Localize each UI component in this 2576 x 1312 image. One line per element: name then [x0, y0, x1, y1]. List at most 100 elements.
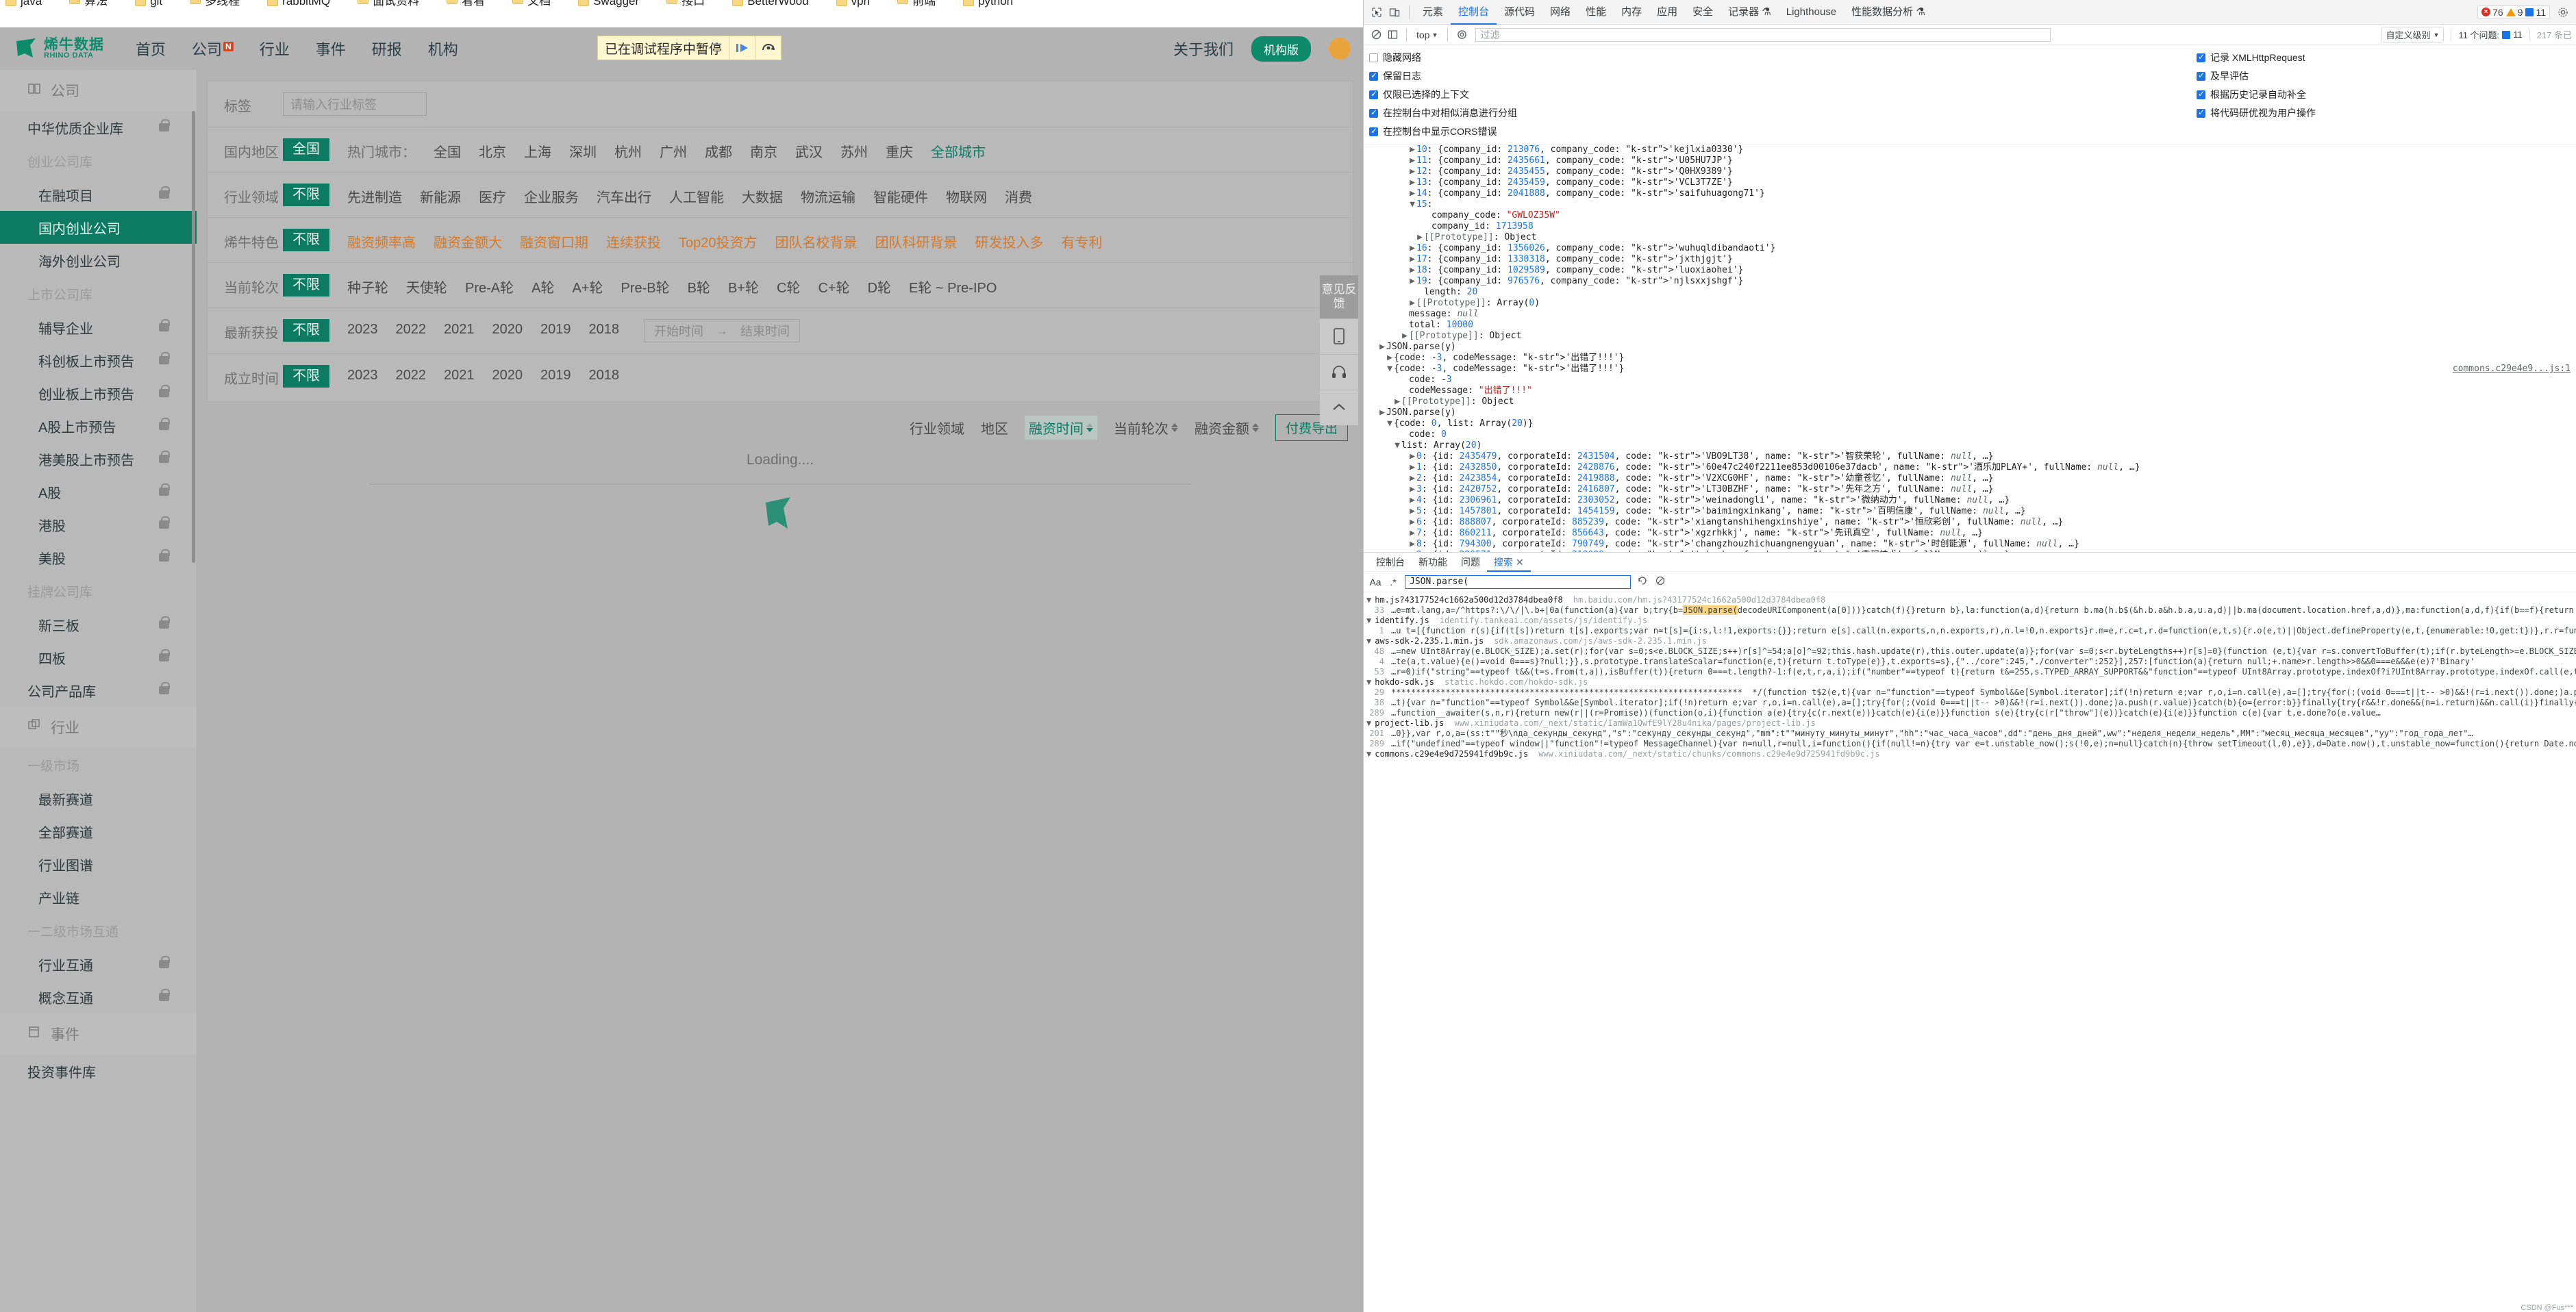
execution-context-select[interactable]: top ▼: [1412, 29, 1442, 40]
disclosure-triangle-icon[interactable]: ▶: [1408, 451, 1416, 462]
filter-option-7[interactable]: 研发投入多: [975, 229, 1044, 251]
search-result-file[interactable]: ▼ commons.c29e4e9d725941fd9b9c.js www.xini…: [1364, 749, 2576, 759]
search-result-line[interactable]: 29 **************************************…: [1364, 687, 2576, 698]
clear-icon[interactable]: [1654, 576, 1666, 588]
sidebar-group-0[interactable]: 公司: [0, 70, 197, 111]
bookmark-item[interactable]: 面试资料: [358, 0, 419, 8]
disclosure-triangle-icon[interactable]: ▶: [1408, 462, 1416, 473]
tag-search-input[interactable]: 请输入行业标签: [283, 92, 427, 116]
search-result-file[interactable]: ▼ hokdo-sdk.js static.hokdo.com/hokdo-sdk.…: [1364, 677, 2576, 687]
drawer-tab-2[interactable]: 问题: [1454, 553, 1487, 572]
console-row[interactable]: message: null: [1364, 309, 2576, 320]
console-row[interactable]: ▶ [[Prototype]]: Array(0): [1364, 298, 2576, 309]
search-result-line[interactable]: 4 …te(a,t.value){e()=void 0===s}?null;}},…: [1364, 657, 2576, 667]
filter-option-5[interactable]: Pre-B轮: [621, 274, 670, 297]
nav-link-3[interactable]: 事件: [316, 38, 346, 60]
disclosure-triangle-icon[interactable]: ▶: [1408, 506, 1416, 517]
filter-option-0[interactable]: 2023: [347, 365, 378, 383]
console-row[interactable]: ▶ {code: -3, codeMessage: "k-str">'出错了!!!…: [1364, 353, 2576, 364]
filter-option-11[interactable]: 全部城市: [931, 138, 986, 161]
filter-option-4[interactable]: 杭州: [614, 138, 642, 161]
console-output[interactable]: ▶ 10: {company_id: 213076, company_code: …: [1364, 144, 2576, 552]
date-range-picker[interactable]: 开始时间 → 结束时间: [644, 319, 800, 342]
console-filter-input[interactable]: 过滤: [1475, 27, 2051, 42]
regex-icon[interactable]: .*: [1387, 577, 1399, 588]
disclosure-triangle-icon[interactable]: ▼: [1386, 364, 1394, 375]
sidebar-item-0-0[interactable]: 中华优质企业库: [0, 111, 197, 144]
filter-option-10[interactable]: 消费: [1005, 184, 1032, 206]
search-result-line[interactable]: 289 …function__awaiter(s,n,r){return new(…: [1364, 708, 2576, 718]
search-result-file[interactable]: ▼ aws-sdk-2.235.1.min.js sdk.amazonaws.com…: [1364, 636, 2576, 646]
checkbox[interactable]: [1369, 126, 1378, 136]
console-row[interactable]: ▶ [[Prototype]]: Object: [1364, 396, 2576, 407]
disclosure-triangle-icon[interactable]: ▶: [1408, 144, 1416, 155]
filter-option-5[interactable]: 2018: [589, 319, 620, 338]
sidebar-item-1-1[interactable]: 最新赛道: [0, 782, 197, 815]
step-over-icon[interactable]: [755, 36, 781, 60]
sidebar[interactable]: 公司 中华优质企业库 创业公司库 在融项目 国内创业公司 海外创业公司 上市公司库 辅导企业科…: [0, 70, 197, 1312]
disclosure-triangle-icon[interactable]: ▼: [1386, 418, 1394, 429]
search-result-line[interactable]: 33 …e=mt.lang,a=/^https?:\/\/|\.b+|0a(fun…: [1364, 605, 2576, 616]
console-row[interactable]: ▶ [[Prototype]]: Object: [1364, 331, 2576, 342]
filter-option-6[interactable]: 大数据: [742, 184, 783, 206]
checkbox[interactable]: [2197, 71, 2205, 81]
console-setting-left-1[interactable]: 保留日志: [1369, 69, 1517, 83]
filter-option-0[interactable]: 2023: [347, 319, 378, 338]
filter-option-6[interactable]: 团队科研背景: [875, 229, 958, 251]
sidebar-item-0-12[interactable]: 港股: [0, 508, 197, 541]
console-setting-left-2[interactable]: 仅限已选择的上下文: [1369, 88, 1517, 101]
filter-option-4[interactable]: 汽车出行: [597, 184, 651, 206]
filter-option-3[interactable]: 深圳: [569, 138, 597, 161]
filter-option-4[interactable]: 2019: [540, 319, 571, 338]
sort-item-0[interactable]: 行业领域: [910, 418, 964, 438]
console-row[interactable]: ▶ 8: {id: 794300, corporateId: 790749, co…: [1364, 539, 2576, 550]
disclosure-triangle-icon[interactable]: ▶: [1408, 254, 1416, 265]
sidebar-item-0-8[interactable]: 创业板上市预告: [0, 377, 197, 409]
sidebar-item-1-4[interactable]: 产业链: [0, 881, 197, 913]
filter-eye-icon[interactable]: [1453, 27, 1470, 43]
filter-option-2[interactable]: Pre-A轮: [465, 274, 514, 297]
nav-link-2[interactable]: 行业: [260, 38, 290, 60]
filter-option-0[interactable]: 先进制造: [347, 184, 402, 206]
filter-option-0[interactable]: 种子轮: [347, 274, 388, 297]
console-row[interactable]: total: 10000: [1364, 320, 2576, 331]
sidebar-item-0-17[interactable]: 公司产品库: [0, 674, 197, 707]
bookmark-item[interactable]: rabbitMQ: [267, 0, 330, 8]
disclosure-triangle-icon[interactable]: ▼: [1408, 199, 1416, 210]
disclosure-triangle-icon[interactable]: ▶: [1408, 298, 1416, 309]
filter-option-9[interactable]: 物联网: [946, 184, 987, 206]
search-result-file[interactable]: ▼ project-lib.js www.xiniudata.com/_next/s…: [1364, 718, 2576, 729]
arrow-up-icon[interactable]: [1320, 389, 1358, 425]
disclosure-triangle-icon[interactable]: ▶: [1408, 276, 1416, 287]
console-row[interactable]: length: 20: [1364, 287, 2576, 298]
disclosure-triangle-icon[interactable]: ▶: [1408, 265, 1416, 276]
disclosure-triangle-icon[interactable]: ▶: [1408, 528, 1416, 539]
filter-selected-pill[interactable]: 不限: [283, 274, 329, 297]
disclosure-triangle-icon[interactable]: ▶: [1408, 155, 1416, 166]
console-row[interactable]: company_id: 1713958: [1364, 221, 2576, 232]
filter-option-0[interactable]: 全国: [434, 138, 461, 161]
filter-option-3[interactable]: A轮: [532, 274, 554, 297]
filter-option-1[interactable]: 天使轮: [406, 274, 447, 297]
bookmark-item[interactable]: git: [135, 0, 162, 8]
sidebar-item-0-11[interactable]: A股: [0, 475, 197, 508]
filter-option-4[interactable]: A+轮: [572, 274, 603, 297]
console-row[interactable]: ▶ 4: {id: 2306961, corporateId: 2303052, …: [1364, 495, 2576, 506]
nav-link-0[interactable]: 首页: [136, 38, 166, 60]
filter-option-1[interactable]: 2022: [396, 365, 427, 383]
disclosure-triangle-icon[interactable]: ▶: [1408, 539, 1416, 550]
issues-link[interactable]: 11 个问题: 11: [2458, 28, 2522, 41]
console-row[interactable]: ▶ 6: {id: 888807, corporateId: 885239, co…: [1364, 517, 2576, 528]
filter-selected-pill[interactable]: 不限: [283, 365, 329, 388]
console-row[interactable]: ▶ 2: {id: 2423854, corporateId: 2419888, …: [1364, 473, 2576, 484]
filter-option-10[interactable]: 重庆: [886, 138, 913, 161]
devtools-tab-6[interactable]: 应用: [1649, 0, 1685, 25]
sidebar-item-1-6[interactable]: 行业互通: [0, 948, 197, 981]
console-row[interactable]: codeMessage: "出错了!!!": [1364, 386, 2576, 396]
gear-icon[interactable]: [2554, 3, 2572, 21]
filter-option-7[interactable]: 物流运输: [801, 184, 855, 206]
console-setting-right-1[interactable]: 及早评估: [2197, 69, 2316, 83]
nav-link-1[interactable]: 公司 N: [192, 38, 234, 60]
checkbox[interactable]: [1369, 89, 1378, 99]
date-start-input[interactable]: 开始时间: [654, 322, 703, 340]
